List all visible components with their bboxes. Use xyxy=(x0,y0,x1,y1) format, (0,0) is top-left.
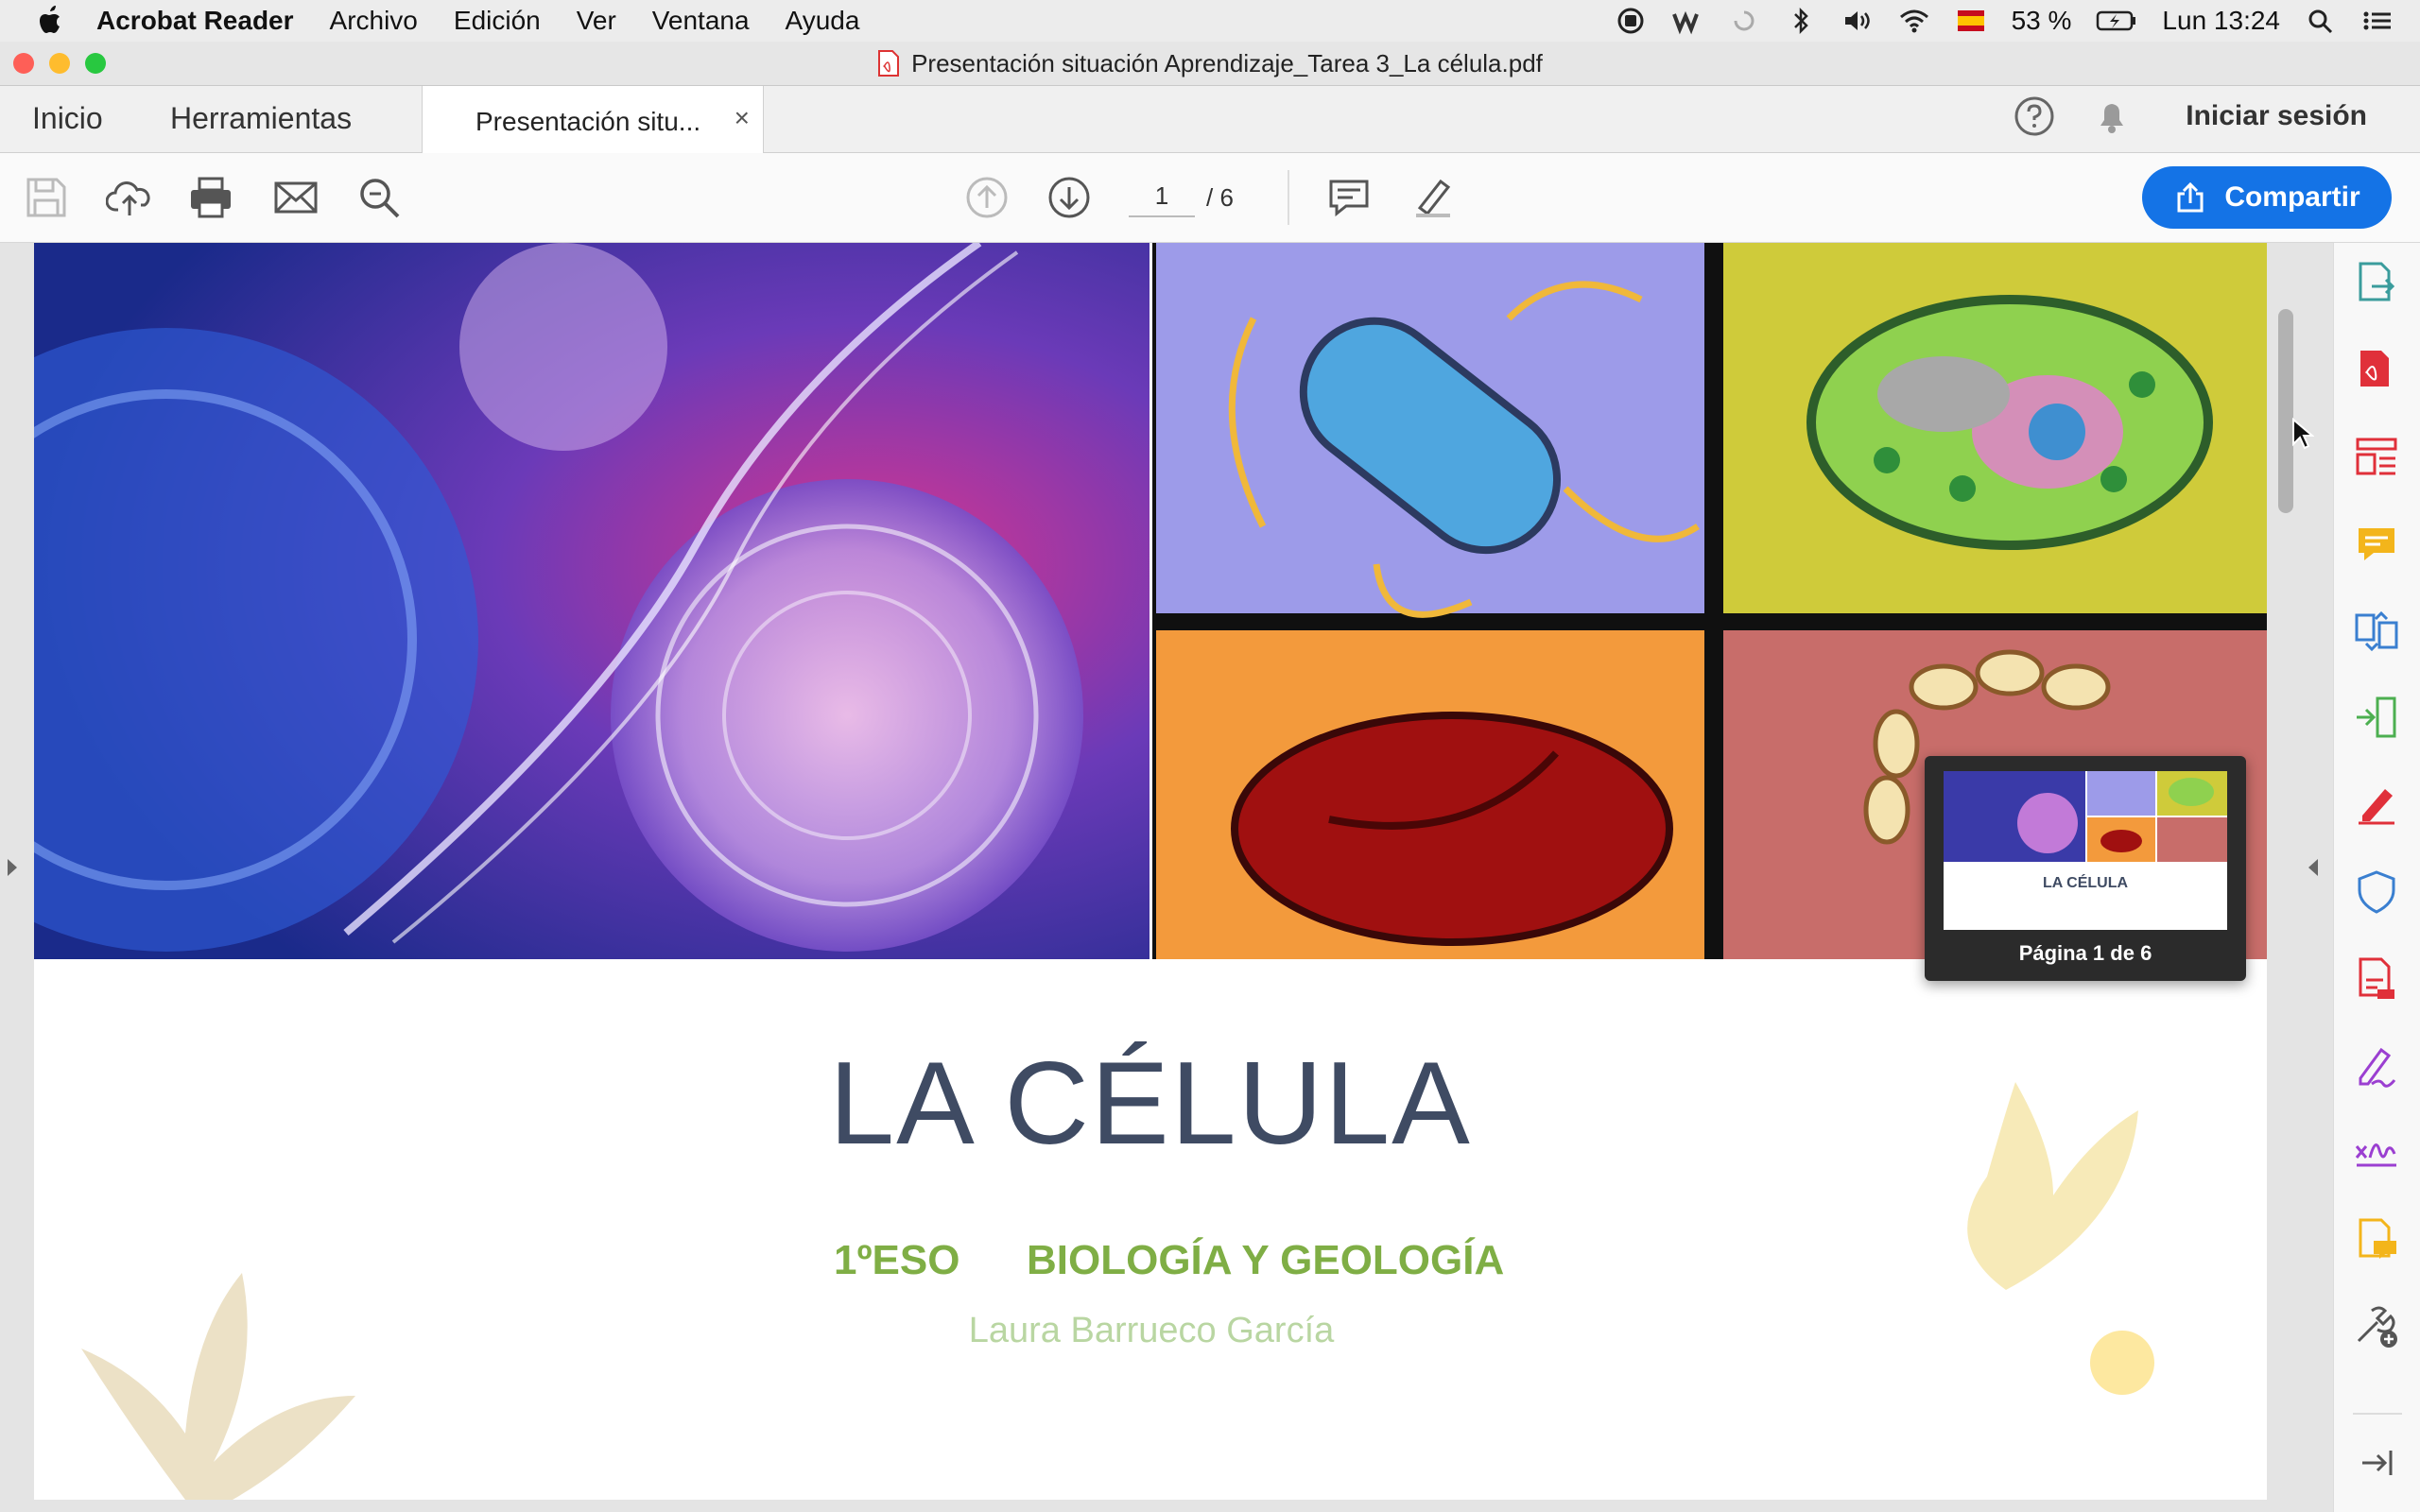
minimize-window-button[interactable] xyxy=(49,53,70,74)
print-icon[interactable] xyxy=(187,174,234,221)
save-icon[interactable] xyxy=(23,174,70,221)
apple-logo-icon[interactable] xyxy=(36,5,64,37)
help-icon[interactable] xyxy=(2014,95,2055,137)
menu-edicion[interactable]: Edición xyxy=(454,6,541,36)
pdf-convert-icon[interactable] xyxy=(2353,955,2400,1003)
spanish-flag-icon[interactable] xyxy=(1955,7,1987,35)
battery-charging-icon[interactable] xyxy=(2096,7,2137,35)
window-controls xyxy=(13,53,106,74)
macos-menubar: Acrobat Reader Archivo Edición Ver Venta… xyxy=(0,0,2420,42)
decorative-leaf-left xyxy=(81,1273,355,1500)
panel-divider xyxy=(2353,1413,2402,1415)
tab-bar: Inicio Herramientas Presentación situ...… xyxy=(0,86,2420,153)
page-number-input[interactable]: 1 xyxy=(1129,181,1195,217)
share-upload-icon xyxy=(2177,181,2204,213)
thumbnail-page-label: Página 1 de 6 xyxy=(2018,941,2152,965)
toolbar-divider xyxy=(1288,170,1289,225)
page-total: / 6 xyxy=(1206,183,1234,212)
menu-ver[interactable]: Ver xyxy=(577,6,616,36)
sync-spinner-icon[interactable] xyxy=(1728,7,1760,35)
mouse-cursor xyxy=(2292,418,2314,450)
send-comments-icon[interactable] xyxy=(2353,1216,2400,1263)
comment-tool-icon[interactable] xyxy=(1325,174,1373,221)
more-tools-icon[interactable] xyxy=(2353,1303,2400,1350)
window-title: Presentación situación Aprendizaje_Tarea… xyxy=(911,48,1543,77)
window-titlebar: Presentación situación Aprendizaje_Tarea… xyxy=(0,42,2420,86)
pdf-file-icon xyxy=(878,50,900,77)
document-course: 1ºESO xyxy=(834,1237,960,1283)
upload-cloud-icon[interactable] xyxy=(106,174,153,221)
menu-ventana[interactable]: Ventana xyxy=(652,6,750,36)
share-button-label: Compartir xyxy=(2224,181,2360,213)
document-author: Laura Barrueco García xyxy=(968,1311,1335,1350)
menu-archivo[interactable]: Archivo xyxy=(330,6,418,36)
zoom-window-button[interactable] xyxy=(85,53,106,74)
status-menus: 53 % Lun 13:24 xyxy=(1615,0,2394,42)
tab-herramientas[interactable]: Herramientas xyxy=(170,101,352,136)
account-area: Iniciar sesión xyxy=(2014,95,2367,137)
scrollbar-thumb[interactable] xyxy=(2278,309,2293,513)
app-menu-name[interactable]: Acrobat Reader xyxy=(96,6,294,36)
main-toolbar: 1 / 6 Compartir xyxy=(0,153,2420,243)
organize-pages-icon[interactable] xyxy=(2353,434,2400,481)
wacom-icon[interactable] xyxy=(1671,7,1703,35)
close-tab-icon[interactable]: × xyxy=(735,103,750,133)
create-pdf-icon[interactable] xyxy=(2353,347,2400,394)
edit-pdf-icon[interactable] xyxy=(2353,782,2400,829)
request-signature-icon[interactable] xyxy=(2353,1129,2400,1177)
screen-record-icon[interactable] xyxy=(1615,7,1647,35)
document-tab[interactable]: Presentación situ... × xyxy=(422,86,764,153)
next-page-icon[interactable] xyxy=(1046,174,1093,221)
zoom-search-icon[interactable] xyxy=(355,174,403,221)
bluetooth-icon[interactable] xyxy=(1785,7,1817,35)
tab-inicio[interactable]: Inicio xyxy=(32,101,103,136)
right-tools-panel xyxy=(2333,243,2420,1512)
combine-files-icon[interactable] xyxy=(2353,608,2400,655)
protect-icon[interactable] xyxy=(2353,868,2400,916)
document-subject: BIOLOGÍA Y GEOLOGÍA xyxy=(1027,1237,1505,1283)
collapse-panel-icon[interactable] xyxy=(2353,1439,2400,1486)
notifications-bell-icon[interactable] xyxy=(2091,95,2133,137)
fill-sign-icon[interactable] xyxy=(2353,1042,2400,1090)
menu-ayuda[interactable]: Ayuda xyxy=(786,6,860,36)
document-title: LA CÉLULA xyxy=(829,1039,1472,1169)
email-icon[interactable] xyxy=(272,174,320,221)
wifi-icon[interactable] xyxy=(1898,7,1930,35)
menubar-clock[interactable]: Lun 13:24 xyxy=(2162,6,2280,36)
document-tab-label: Presentación situ... xyxy=(475,107,701,136)
thumbnail-mini-title: LA CÉLULA xyxy=(2042,875,2129,891)
export-pdf-icon[interactable] xyxy=(2353,260,2400,307)
compress-icon[interactable] xyxy=(2353,695,2400,742)
page-thumbnail-image xyxy=(1944,771,2227,930)
highlight-pen-icon[interactable] xyxy=(1409,174,1456,221)
comment-icon[interactable] xyxy=(2353,521,2400,568)
notification-center-icon[interactable] xyxy=(2361,7,2394,35)
share-button[interactable]: Compartir xyxy=(2142,166,2392,229)
collapse-right-pane-icon[interactable] xyxy=(2307,857,2320,878)
volume-icon[interactable] xyxy=(1841,7,1874,35)
page-thumbnail-popup: LA CÉLULA Página 1 de 6 xyxy=(1925,756,2246,981)
sign-in-link[interactable]: Iniciar sesión xyxy=(2186,100,2367,132)
previous-page-icon[interactable] xyxy=(963,174,1011,221)
expand-left-pane-icon[interactable] xyxy=(6,857,19,878)
close-window-button[interactable] xyxy=(13,53,34,74)
battery-percent[interactable]: 53 % xyxy=(2012,6,2072,36)
spotlight-search-icon[interactable] xyxy=(2305,7,2337,35)
